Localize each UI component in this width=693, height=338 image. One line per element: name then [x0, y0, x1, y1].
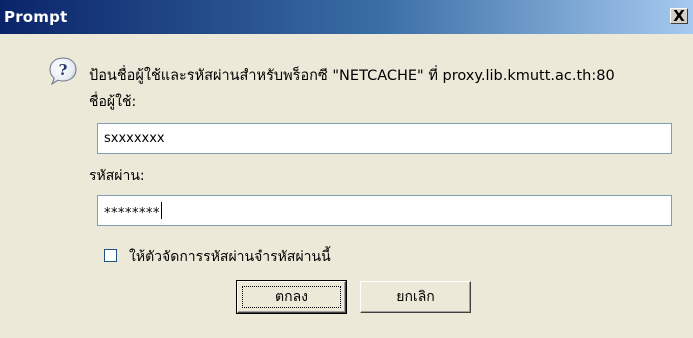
cancel-button[interactable]: ยกเลิก: [360, 281, 471, 313]
title-bar[interactable]: Prompt X: [0, 0, 693, 34]
ok-button[interactable]: ตกลง: [236, 280, 347, 314]
question-icon: ?: [49, 57, 77, 86]
username-field[interactable]: [97, 123, 672, 154]
close-icon: X: [673, 7, 685, 25]
focus-ring: [242, 286, 341, 308]
close-button[interactable]: X: [670, 7, 688, 25]
password-label: รหัสผ่าน:: [89, 168, 145, 184]
prompt-dialog: Prompt X ? ป้อนชื่อผู้ใช้และรหัสผ่านสำหร…: [0, 0, 693, 338]
prompt-message: ป้อนชื่อผู้ใช้และรหัสผ่านสำหรับพร็อกซี "…: [89, 68, 615, 84]
password-mask: ********: [104, 206, 160, 221]
username-label: ชื่อผู้ใช้:: [89, 94, 137, 110]
remember-password-label[interactable]: ให้ตัวจัดการรหัสผ่านจำรหัสผ่านนี้: [129, 246, 331, 268]
svg-text:?: ?: [59, 61, 68, 79]
cancel-button-label: ยกเลิก: [396, 289, 435, 305]
remember-password-checkbox[interactable]: [104, 249, 117, 262]
text-caret: [161, 202, 162, 219]
window-title: Prompt: [4, 8, 68, 26]
password-field[interactable]: ********: [97, 195, 672, 226]
